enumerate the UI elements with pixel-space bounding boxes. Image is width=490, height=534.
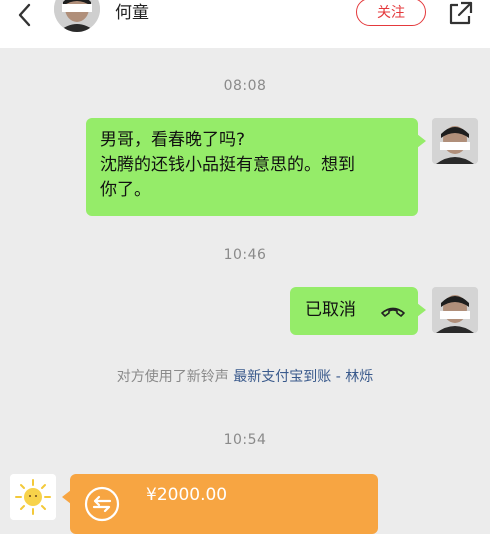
timestamp: 10:46 xyxy=(223,247,267,263)
transfer-card[interactable]: ¥2000.00 xyxy=(62,474,378,534)
my-avatar[interactable] xyxy=(432,118,478,164)
transfer-amount: ¥2000.00 xyxy=(146,485,228,505)
avatar-photo xyxy=(432,287,478,333)
back-button[interactable] xyxy=(12,2,40,30)
timestamp: 10:54 xyxy=(223,432,267,448)
message-line: 男哥，看春晚了吗? xyxy=(100,130,246,150)
chevron-left-icon xyxy=(18,3,31,27)
chat-header: 何童 关注 xyxy=(0,0,490,48)
my-avatar[interactable] xyxy=(432,287,478,333)
ringtone-notice-text: 对方使用了新铃声 xyxy=(116,369,234,385)
sender-avatar[interactable] xyxy=(10,474,56,520)
contact-avatar[interactable] xyxy=(54,0,100,32)
message-bubble[interactable]: 男哥，看春晚了吗? 沈腾的还钱小品挺有意思的。想到 你了。 xyxy=(86,118,426,216)
share-button[interactable] xyxy=(446,0,474,28)
hang-up-phone-icon xyxy=(381,307,405,317)
ringtone-link[interactable]: 最新支付宝到账 - 林烁 xyxy=(233,369,373,385)
message-line: 你了。 xyxy=(100,180,151,200)
transfer-arrow-icon xyxy=(84,486,120,522)
contact-name: 何童 xyxy=(115,3,149,23)
sun-icon xyxy=(10,474,56,520)
timestamp: 08:08 xyxy=(223,78,267,94)
message-line: 沈腾的还钱小品挺有意思的。想到 xyxy=(100,155,355,175)
call-cancelled-bubble[interactable]: 已取消 xyxy=(290,287,426,335)
external-share-icon xyxy=(449,1,473,25)
follow-button[interactable]: 关注 xyxy=(356,0,426,26)
call-status-text: 已取消 xyxy=(305,300,356,320)
ringtone-notice: 对方使用了新铃声 最新支付宝到账 - 林烁 xyxy=(0,366,490,386)
avatar-photo xyxy=(432,118,478,164)
